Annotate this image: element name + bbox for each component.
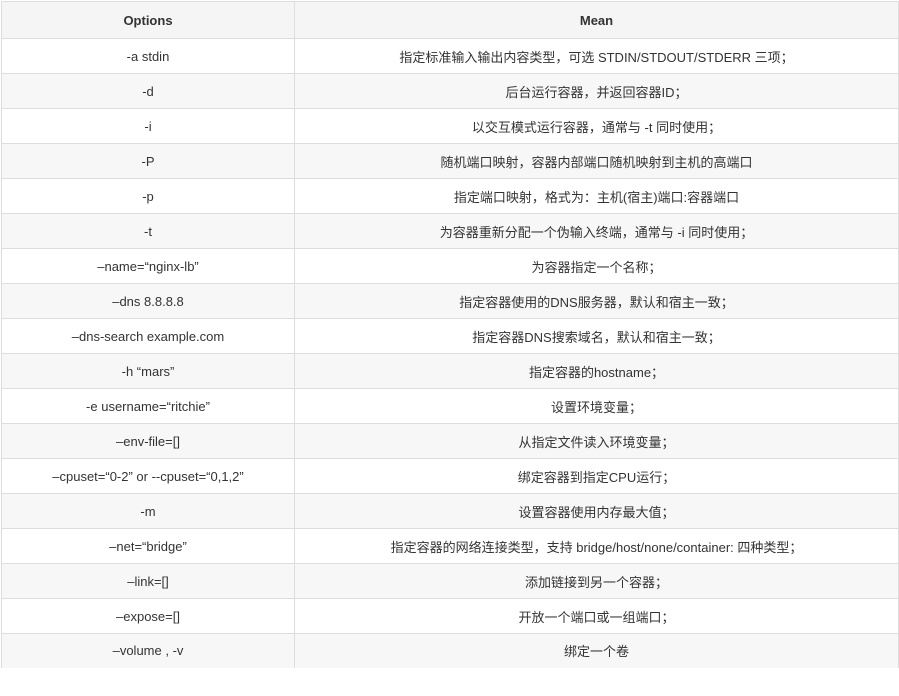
mean-cell: 添加链接到另一个容器；: [294, 563, 899, 599]
table-row: -d 后台运行容器，并返回容器ID；: [1, 73, 899, 109]
table-row: –net=“bridge” 指定容器的网络连接类型，支持 bridge/host…: [1, 528, 899, 564]
option-cell: -d: [1, 73, 295, 109]
table-row: –volume , -v 绑定一个卷: [1, 633, 899, 668]
table-row: –dns-search example.com 指定容器DNS搜索域名，默认和宿…: [1, 318, 899, 354]
mean-cell: 指定容器的hostname；: [294, 353, 899, 389]
mean-cell: 设置容器使用内存最大值；: [294, 493, 899, 529]
table-row: –cpuset=“0-2” or --cpuset=“0,1,2” 绑定容器到指…: [1, 458, 899, 494]
table-row: -t 为容器重新分配一个伪输入终端，通常与 -i 同时使用；: [1, 213, 899, 249]
header-row: Options Mean: [1, 1, 899, 39]
option-cell: –expose=[]: [1, 598, 295, 634]
mean-cell: 后台运行容器，并返回容器ID；: [294, 73, 899, 109]
table-body: -a stdin 指定标准输入输出内容类型，可选 STDIN/STDOUT/ST…: [1, 38, 899, 668]
table-row: –link=[] 添加链接到另一个容器；: [1, 563, 899, 599]
mean-cell: 为容器重新分配一个伪输入终端，通常与 -i 同时使用；: [294, 213, 899, 249]
option-cell: –dns-search example.com: [1, 318, 295, 354]
mean-cell: 设置环境变量；: [294, 388, 899, 424]
table-row: -h “mars” 指定容器的hostname；: [1, 353, 899, 389]
mean-cell: 指定容器的网络连接类型，支持 bridge/host/none/containe…: [294, 528, 899, 564]
mean-cell: 绑定容器到指定CPU运行；: [294, 458, 899, 494]
table-row: -a stdin 指定标准输入输出内容类型，可选 STDIN/STDOUT/ST…: [1, 38, 899, 74]
option-cell: -i: [1, 108, 295, 144]
table-row: -m 设置容器使用内存最大值；: [1, 493, 899, 529]
header-mean: Mean: [294, 1, 899, 39]
mean-cell: 指定标准输入输出内容类型，可选 STDIN/STDOUT/STDERR 三项；: [294, 38, 899, 74]
mean-cell: 指定容器DNS搜索域名，默认和宿主一致；: [294, 318, 899, 354]
option-cell: -t: [1, 213, 295, 249]
option-cell: -p: [1, 178, 295, 214]
option-cell: -h “mars”: [1, 353, 295, 389]
option-cell: -e username=“ritchie”: [1, 388, 295, 424]
options-table-container: Options Mean -a stdin 指定标准输入输出内容类型，可选 ST…: [0, 0, 899, 696]
option-cell: -P: [1, 143, 295, 179]
mean-cell: 开放一个端口或一组端口；: [294, 598, 899, 634]
mean-cell: 绑定一个卷: [294, 633, 899, 668]
mean-cell: 以交互模式运行容器，通常与 -t 同时使用；: [294, 108, 899, 144]
mean-cell: 为容器指定一个名称；: [294, 248, 899, 284]
table-row: –expose=[] 开放一个端口或一组端口；: [1, 598, 899, 634]
table-row: –env-file=[] 从指定文件读入环境变量；: [1, 423, 899, 459]
mean-cell: 指定容器使用的DNS服务器，默认和宿主一致；: [294, 283, 899, 319]
table-row: -P 随机端口映射，容器内部端口随机映射到主机的高端口: [1, 143, 899, 179]
option-cell: –link=[]: [1, 563, 295, 599]
option-cell: –dns 8.8.8.8: [1, 283, 295, 319]
option-cell: –name=“nginx-lb”: [1, 248, 295, 284]
mean-cell: 从指定文件读入环境变量；: [294, 423, 899, 459]
option-cell: -a stdin: [1, 38, 295, 74]
table-row: –dns 8.8.8.8 指定容器使用的DNS服务器，默认和宿主一致；: [1, 283, 899, 319]
option-cell: -m: [1, 493, 295, 529]
options-table: Options Mean -a stdin 指定标准输入输出内容类型，可选 ST…: [1, 1, 899, 668]
table-row: -i 以交互模式运行容器，通常与 -t 同时使用；: [1, 108, 899, 144]
option-cell: –cpuset=“0-2” or --cpuset=“0,1,2”: [1, 458, 295, 494]
mean-cell: 随机端口映射，容器内部端口随机映射到主机的高端口: [294, 143, 899, 179]
option-cell: –volume , -v: [1, 633, 295, 668]
table-row: -p 指定端口映射，格式为：主机(宿主)端口:容器端口: [1, 178, 899, 214]
table-header: Options Mean: [1, 1, 899, 39]
header-options: Options: [1, 1, 295, 39]
option-cell: –net=“bridge”: [1, 528, 295, 564]
table-row: -e username=“ritchie” 设置环境变量；: [1, 388, 899, 424]
table-row: –name=“nginx-lb” 为容器指定一个名称；: [1, 248, 899, 284]
mean-cell: 指定端口映射，格式为：主机(宿主)端口:容器端口: [294, 178, 899, 214]
option-cell: –env-file=[]: [1, 423, 295, 459]
